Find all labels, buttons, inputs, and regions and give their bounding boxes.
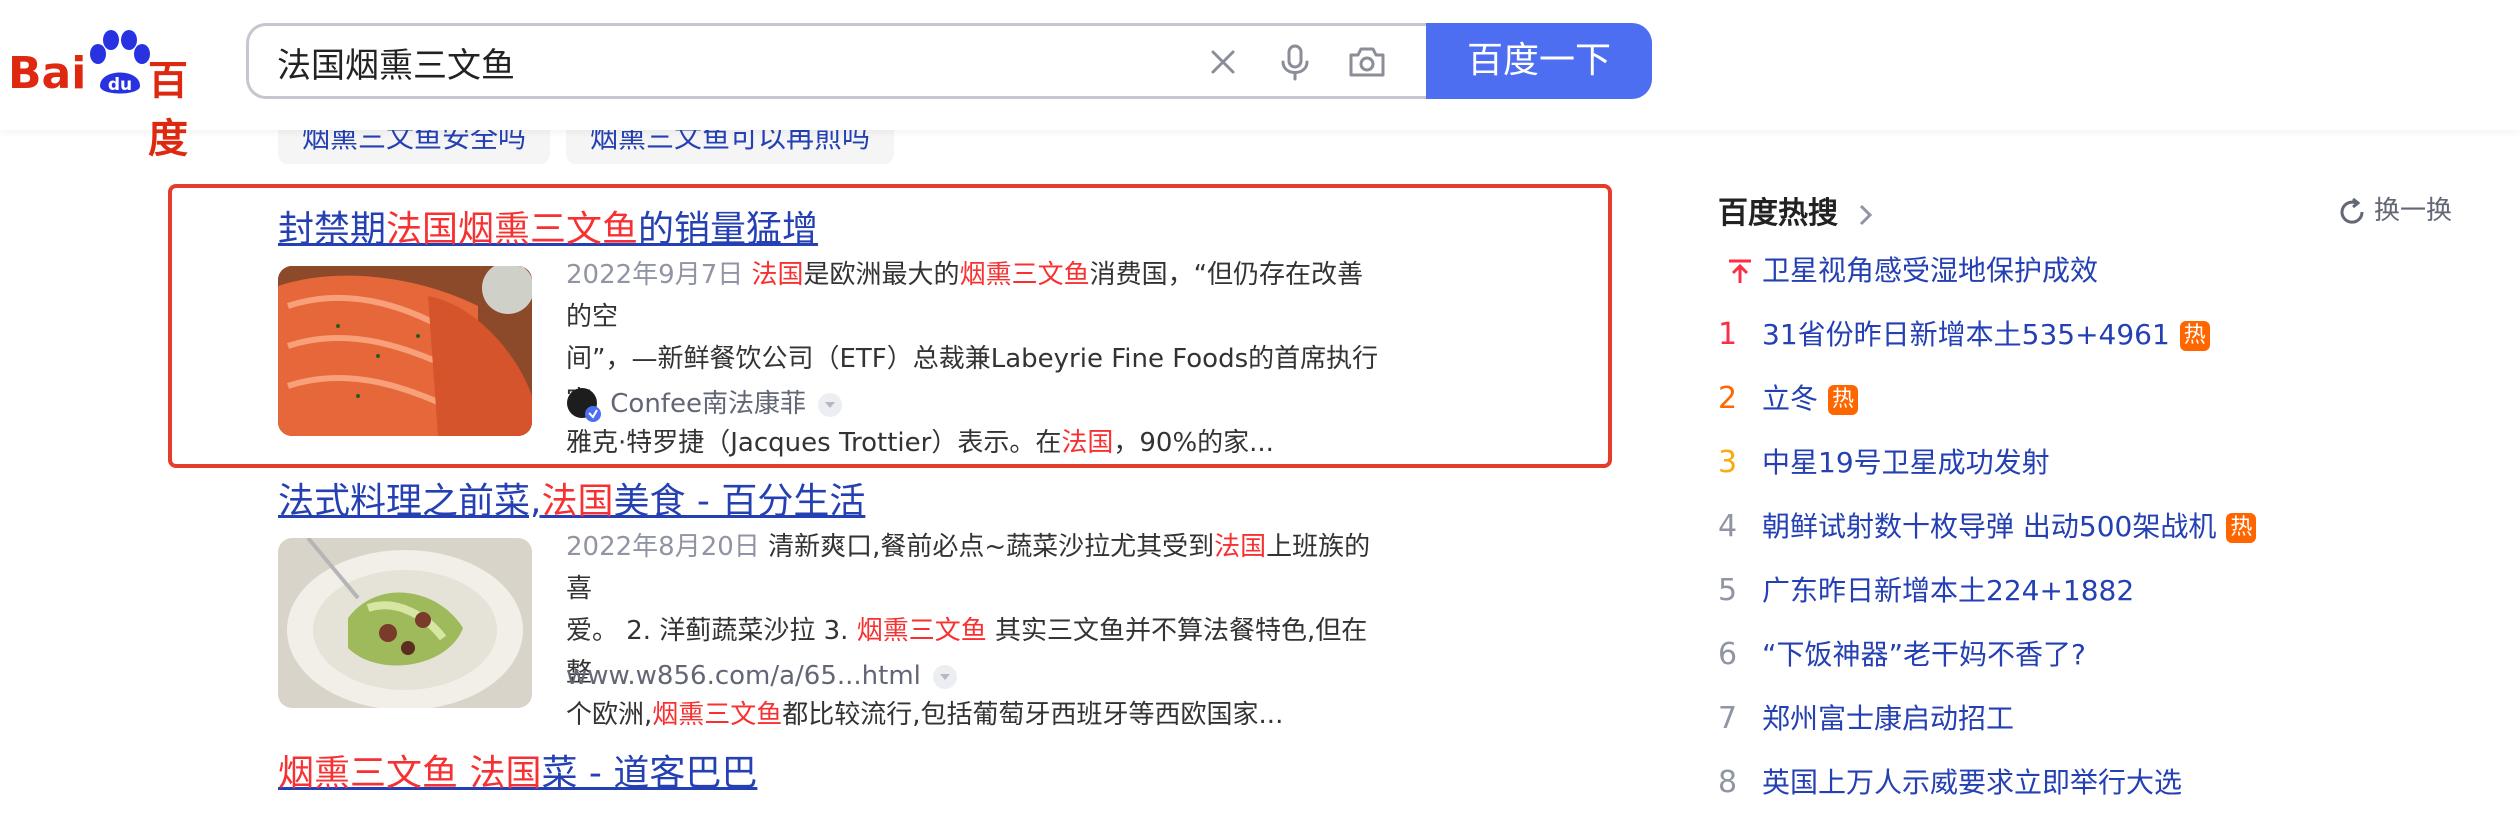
search-result: 烟熏三文鱼 法国菜 - 道客巴巴 xyxy=(278,744,1418,818)
header: Bai du 百度 百度一下 xyxy=(0,0,2520,162)
search-box xyxy=(246,23,1426,99)
salad-thumbnail[interactable] xyxy=(278,538,532,708)
hot-search-item[interactable]: 5 广东昨日新增本土224+1882 xyxy=(1718,566,2134,616)
result-title-link[interactable]: 法式料理之前菜,法国美食 - 百分生活 xyxy=(278,472,1418,524)
hot-tag: 热 xyxy=(1828,385,1859,415)
result-date: 2022年9月7日 xyxy=(566,260,744,290)
search-result: 封禁期法国烟熏三文鱼的销量猛增 2022年9月7日 法国是欧洲最大的烟熏三文鱼消… xyxy=(278,200,1418,458)
chevron-right-icon xyxy=(1860,204,1873,225)
logo-text-bai: Bai xyxy=(8,48,87,99)
search-result: 法式料理之前菜,法国美食 - 百分生活 2022年8月20日 清新爽口,餐前必点… xyxy=(278,472,1418,730)
result-title-link[interactable]: 烟熏三文鱼 法国菜 - 道客巴巴 xyxy=(278,744,1418,796)
hot-search-item[interactable]: 7 郑州富士康启动招工 xyxy=(1718,694,2014,744)
refresh-button[interactable]: 换一换 xyxy=(2336,190,2452,228)
hot-tag: 热 xyxy=(2226,513,2257,543)
camera-icon[interactable] xyxy=(1347,42,1387,82)
search-button[interactable]: 百度一下 xyxy=(1426,23,1652,99)
result-date: 2022年8月20日 xyxy=(566,532,760,562)
logo-text-baidu: 百度 xyxy=(148,58,188,162)
pinned-arrow-icon xyxy=(1729,259,1751,283)
paw-logo-icon: du xyxy=(90,30,150,95)
result-title-link[interactable]: 封禁期法国烟熏三文鱼的销量猛增 xyxy=(278,200,1418,252)
microphone-icon[interactable] xyxy=(1275,42,1315,82)
hot-search-title[interactable]: 百度热搜 xyxy=(1718,188,1876,232)
logo-paw-text: du xyxy=(108,75,132,95)
hot-search-item[interactable]: 8 英国上万人示威要求立即举行大选 xyxy=(1718,758,2182,808)
refresh-icon xyxy=(2340,197,2364,224)
result-snippet: 2022年8月20日 清新爽口,餐前必点~蔬菜沙拉尤其受到法国上班族的喜 爱。 … xyxy=(566,532,1371,730)
hot-search-item[interactable]: 1 31省份昨日新增本土535+4961 热 xyxy=(1718,310,2210,360)
dropdown-caret-icon[interactable] xyxy=(817,392,842,417)
hot-search-item[interactable]: 4 朝鲜试射数十枚导弹 出动500架战机热 xyxy=(1718,502,2257,552)
hot-search-item[interactable]: 卫星视角感受湿地保护成效 xyxy=(1718,246,2098,296)
smoked-salmon-thumbnail[interactable] xyxy=(278,266,532,436)
clear-icon[interactable] xyxy=(1203,42,1243,82)
hot-search-item[interactable]: 2 立冬热 xyxy=(1718,374,1859,424)
dropdown-caret-icon[interactable] xyxy=(932,664,957,689)
baidu-logo[interactable]: Bai du 百度 xyxy=(8,26,218,162)
source-avatar-icon xyxy=(567,387,601,422)
result-snippet: 2022年9月7日 法国是欧洲最大的烟熏三文鱼消费国，“但仍存在改善的空 间”，… xyxy=(566,260,1379,458)
hot-search-item[interactable]: 3 中星19号卫星成功发射 xyxy=(1718,438,2050,488)
hot-search-item[interactable]: 6 “下饭神器”老干妈不香了? xyxy=(1718,630,2086,680)
search-input[interactable] xyxy=(275,26,1179,98)
result-source[interactable]: Confee南法康菲 xyxy=(566,384,842,424)
result-source[interactable]: www.w856.com/a/65...html xyxy=(566,656,957,696)
hot-tag: 热 xyxy=(2179,321,2210,351)
